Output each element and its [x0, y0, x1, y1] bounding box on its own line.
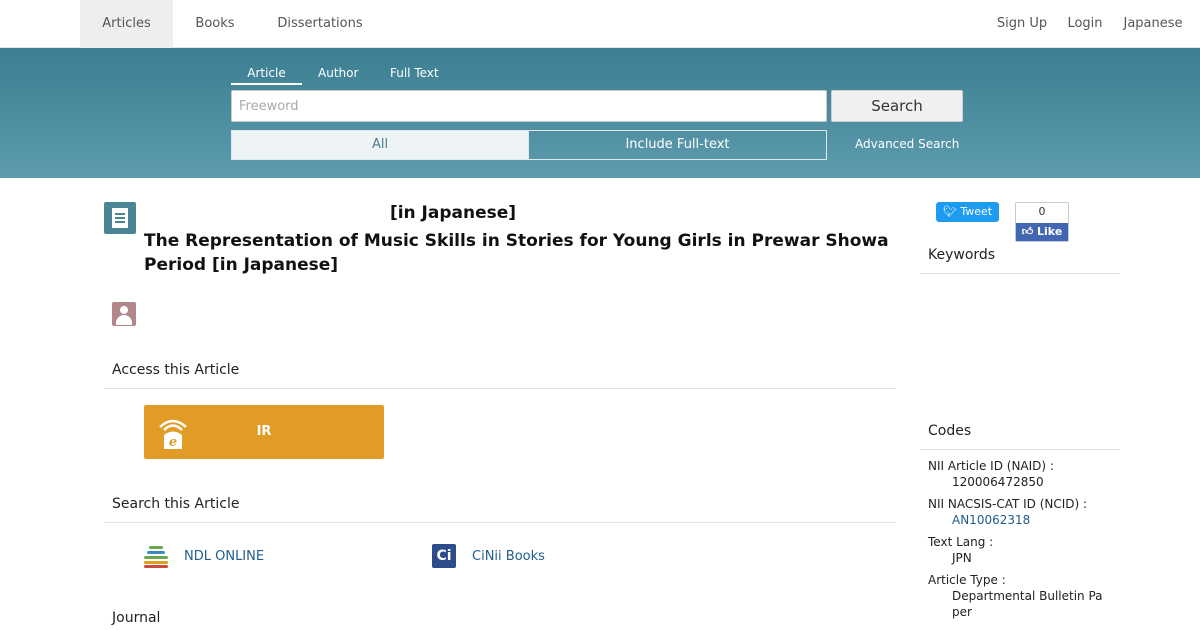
nav-sign-up[interactable]: Sign Up: [990, 0, 1054, 48]
article-title-alternate: [in Japanese]: [389, 203, 517, 223]
text-lang-value: JPN: [952, 551, 972, 565]
journal-heading: Journal: [112, 610, 161, 626]
ncid-label: NII NACSIS-CAT ID (NCID) :: [928, 497, 1088, 511]
nav-articles[interactable]: Articles: [80, 0, 173, 48]
keywords-heading: Keywords: [928, 247, 996, 263]
advanced-search-link[interactable]: Advanced Search: [855, 137, 959, 151]
article-title: The Representation of Music Skills in St…: [144, 231, 889, 275]
search-tab-author[interactable]: Author: [318, 66, 358, 80]
naid-label: NII Article ID (NAID) :: [928, 459, 1054, 473]
ncid-link[interactable]: AN10062318: [952, 512, 1030, 528]
nav-dissertations[interactable]: Dissertations: [263, 0, 377, 48]
divider: [104, 522, 896, 523]
document-icon: [104, 202, 136, 234]
ir-access-button[interactable]: e IR: [144, 405, 384, 459]
divider: [104, 388, 896, 389]
divider: [920, 449, 1120, 450]
scope-all-toggle[interactable]: All: [231, 130, 529, 160]
tweet-label: Tweet: [960, 205, 993, 218]
search-button[interactable]: Search: [831, 90, 963, 122]
facebook-like-widget[interactable]: 0 👍︎ Like: [1015, 202, 1069, 242]
search-band: Article Author Full Text Search All Incl…: [0, 48, 1200, 178]
freeword-search-input[interactable]: [231, 90, 827, 122]
cinii-books-icon[interactable]: Ci: [432, 544, 456, 568]
cinii-books-link[interactable]: CiNii Books: [472, 549, 545, 564]
naid-value: 120006472850: [952, 475, 1044, 489]
nav-books[interactable]: Books: [173, 0, 257, 48]
text-lang-label: Text Lang :: [928, 535, 994, 549]
ndl-online-link[interactable]: NDL ONLINE: [184, 549, 264, 564]
like-count: 0: [1038, 205, 1046, 218]
nav-login[interactable]: Login: [1060, 0, 1110, 48]
scope-include-fulltext-toggle[interactable]: Include Full-text: [528, 130, 827, 160]
like-label: Like: [1037, 225, 1063, 238]
article-type-value-line2: per: [952, 605, 972, 619]
codes-heading: Codes: [928, 423, 972, 439]
search-tab-article[interactable]: Article: [231, 66, 302, 85]
facebook-like-button[interactable]: 👍︎ Like: [1016, 223, 1068, 241]
ndl-online-icon[interactable]: [144, 544, 168, 568]
author-avatar-icon[interactable]: [112, 302, 136, 326]
tweet-button[interactable]: 🐦︎ Tweet: [936, 202, 999, 222]
search-tab-full-text[interactable]: Full Text: [390, 66, 439, 80]
access-article-heading: Access this Article: [112, 362, 240, 378]
nav-language-japanese[interactable]: Japanese: [1118, 0, 1188, 48]
top-navigation: Articles Books Dissertations Sign Up Log…: [0, 0, 1200, 48]
ir-access-label: IR: [256, 424, 272, 439]
article-type-value-line1: Departmental Bulletin Pa: [952, 589, 1103, 603]
article-type-label: Article Type :: [928, 573, 1006, 587]
twitter-icon: 🐦︎: [942, 205, 957, 218]
divider: [920, 273, 1120, 274]
facebook-like-icon: 👍︎: [1021, 225, 1034, 238]
search-article-heading: Search this Article: [112, 496, 240, 512]
